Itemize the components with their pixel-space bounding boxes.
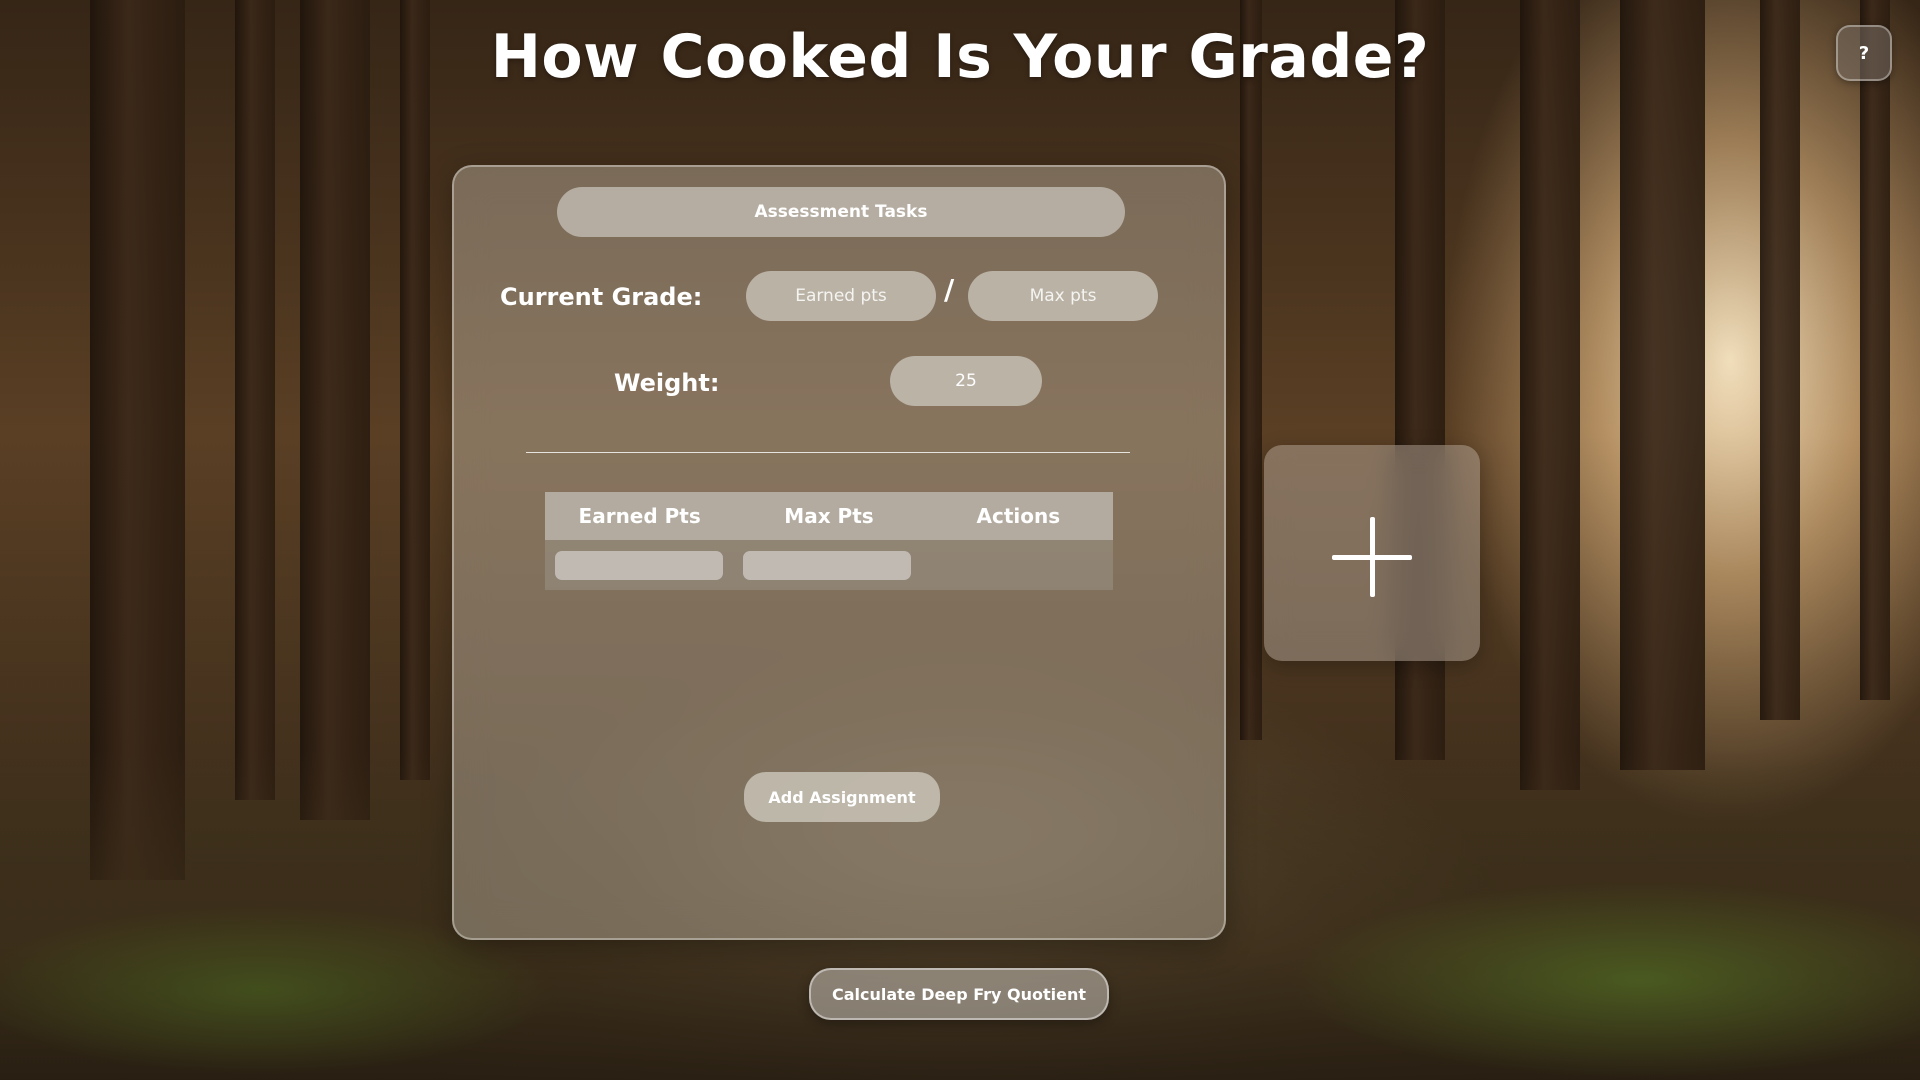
- tree-trunk: [1760, 0, 1800, 720]
- add-card-button[interactable]: [1264, 445, 1480, 661]
- tree-trunk: [1240, 0, 1262, 740]
- row-max-input[interactable]: [743, 550, 911, 580]
- assessment-panel: Assessment Tasks Current Grade: / Weight…: [452, 165, 1226, 940]
- earned-points-input[interactable]: [746, 271, 936, 321]
- column-header-earned: Earned Pts: [578, 504, 701, 528]
- help-button[interactable]: ?: [1836, 25, 1892, 81]
- add-assignment-button[interactable]: Add Assignment: [744, 772, 940, 822]
- row-earned-input[interactable]: [555, 550, 723, 580]
- tree-trunk: [400, 0, 430, 780]
- assignments-table: Earned Pts Max Pts Actions: [545, 492, 1113, 590]
- assessment-tasks-header[interactable]: Assessment Tasks: [557, 187, 1125, 237]
- tree-trunk: [235, 0, 275, 800]
- column-header-max: Max Pts: [784, 504, 874, 528]
- plus-icon: [1332, 517, 1412, 597]
- tree-trunk: [1620, 0, 1705, 770]
- calculate-button[interactable]: Calculate Deep Fry Quotient: [809, 968, 1109, 1020]
- current-grade-label: Current Grade:: [500, 283, 703, 311]
- weight-label: Weight:: [614, 369, 720, 397]
- column-header-actions: Actions: [976, 504, 1061, 528]
- tree-trunk: [300, 0, 370, 820]
- grade-separator: /: [944, 273, 955, 306]
- tree-trunk: [1860, 0, 1890, 700]
- max-points-input[interactable]: [968, 271, 1158, 321]
- tree-trunk: [90, 0, 185, 880]
- page-title: How Cooked Is Your Grade?: [490, 22, 1430, 92]
- table-row: [545, 540, 1113, 590]
- table-header: Earned Pts Max Pts Actions: [545, 492, 1113, 540]
- tree-trunk: [1520, 0, 1580, 790]
- weight-input[interactable]: [890, 356, 1042, 406]
- panel-divider: [526, 452, 1130, 453]
